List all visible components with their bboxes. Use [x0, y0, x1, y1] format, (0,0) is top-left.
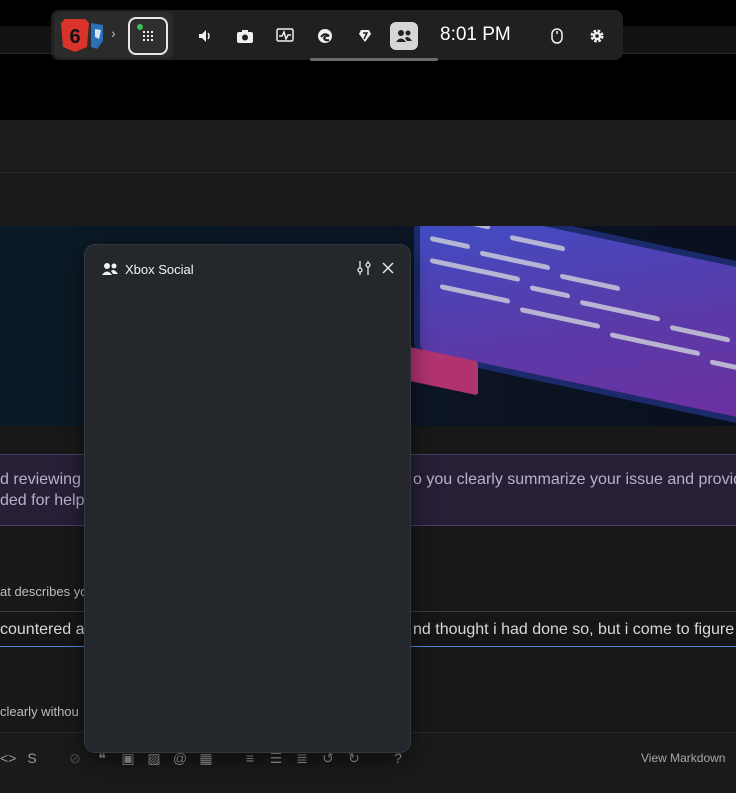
code-icon[interactable]: <>: [0, 751, 16, 765]
title-input-text-right: nd thought i had done so, but i come to …: [413, 621, 735, 638]
xbox-social-panel: [85, 245, 410, 752]
game-bar-indicator: [310, 58, 438, 61]
notice-line2-left: ded for helpf: [0, 492, 89, 509]
close-icon[interactable]: [379, 258, 397, 278]
ordered-list-icon[interactable]: ≡: [242, 751, 258, 765]
view-markdown-link[interactable]: View Markdown: [641, 751, 725, 765]
chevron-right-icon: ›: [111, 25, 116, 41]
align-icon[interactable]: ≣: [294, 751, 310, 765]
quote-icon[interactable]: ❝: [94, 751, 110, 765]
site-header: [0, 120, 736, 173]
clock-time: 8:01 PM: [440, 24, 511, 45]
code-block-icon[interactable]: ▣: [120, 751, 136, 765]
performance-icon[interactable]: [271, 22, 299, 50]
social-icon[interactable]: [390, 22, 418, 50]
camera-icon[interactable]: [231, 22, 259, 50]
hint-text: clearly withou: [0, 704, 79, 719]
mouse-icon[interactable]: [543, 22, 571, 50]
capture-icon[interactable]: [351, 22, 379, 50]
widgets-icon: [137, 24, 153, 41]
strikethrough-icon[interactable]: S: [24, 751, 40, 765]
table-icon[interactable]: ▦: [198, 751, 214, 765]
friends-icon: [101, 262, 119, 276]
redo-icon[interactable]: ↻: [346, 751, 362, 765]
panel-title: Xbox Social: [125, 262, 194, 277]
bullet-list-icon[interactable]: ☰: [268, 751, 284, 765]
notice-line1-left: d reviewing o: [0, 471, 95, 488]
link-icon[interactable]: ⊘: [67, 751, 83, 765]
undo-icon[interactable]: ↺: [320, 751, 336, 765]
widgets-button[interactable]: [128, 17, 168, 55]
hero-screen-illustration: [420, 226, 736, 426]
site-nav: [0, 173, 736, 226]
notice-line1-right: o you clearly summarize your issue and p…: [413, 471, 736, 488]
filter-settings-icon[interactable]: [355, 258, 373, 278]
edge-icon[interactable]: [311, 22, 339, 50]
mention-icon[interactable]: @: [172, 751, 188, 765]
gear-icon[interactable]: [583, 22, 611, 50]
help-icon[interactable]: ?: [390, 751, 406, 765]
title-input-text-left: countered a v: [0, 621, 97, 638]
volume-icon[interactable]: [191, 22, 219, 50]
svg-text:6: 6: [69, 26, 80, 48]
game-icon[interactable]: 6: [59, 17, 107, 53]
field-label: at describes yo: [0, 584, 88, 599]
image-icon[interactable]: ▨: [146, 751, 162, 765]
